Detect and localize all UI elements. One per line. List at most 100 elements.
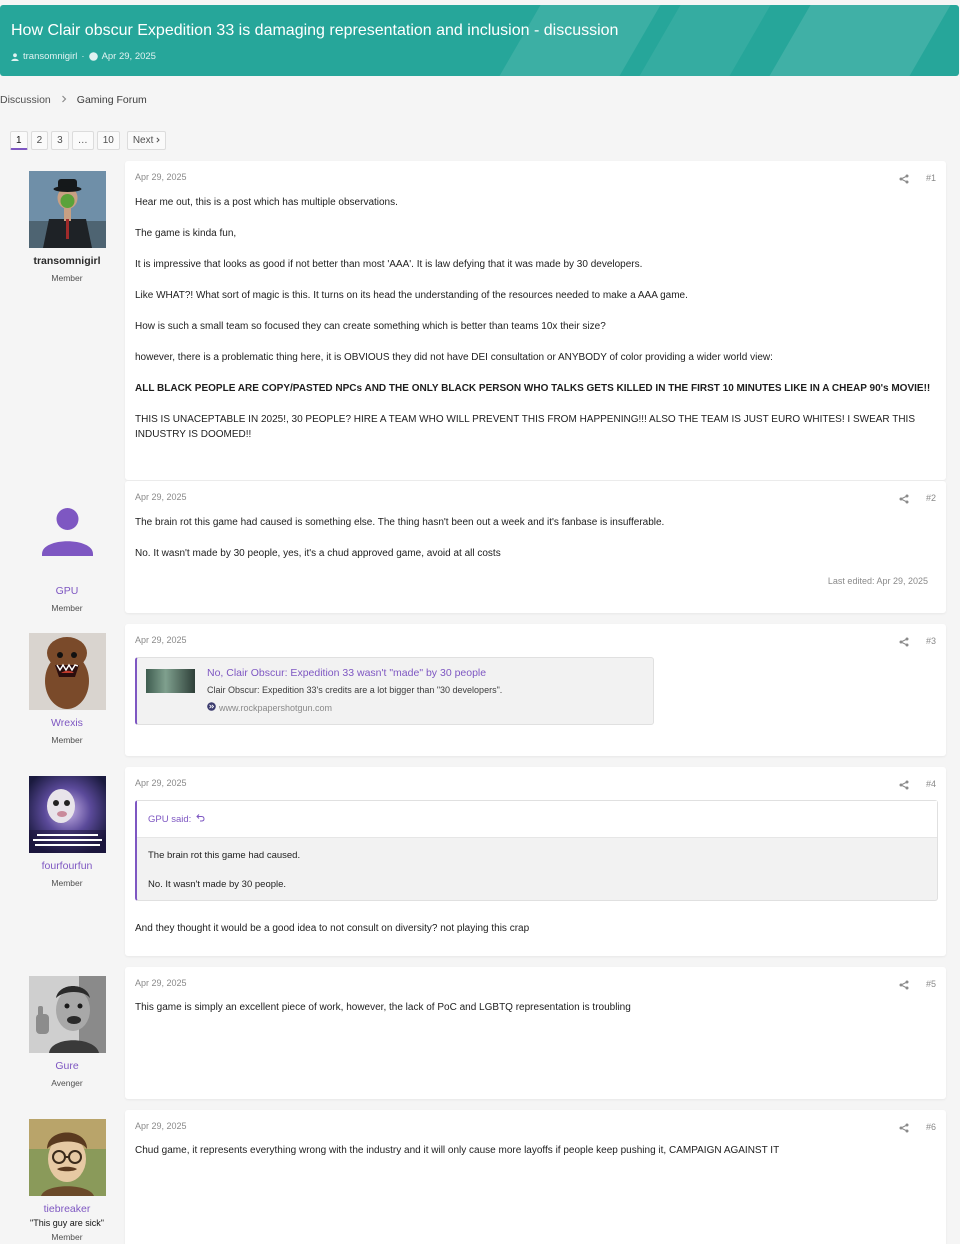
chevron-right-icon bbox=[61, 94, 67, 106]
header-decoration bbox=[769, 5, 951, 76]
default-avatar-icon[interactable] bbox=[29, 501, 106, 578]
share-icon[interactable] bbox=[899, 494, 909, 507]
breadcrumb-gaming-forum[interactable]: Gaming Forum bbox=[77, 94, 147, 106]
avatar[interactable] bbox=[28, 171, 106, 248]
quote-line: The brain rot this game had caused. bbox=[148, 850, 301, 861]
post-number[interactable]: #3 bbox=[926, 636, 936, 646]
user-title: Avenger bbox=[51, 1078, 83, 1088]
link-source: www.rockpapershotgun.com bbox=[207, 702, 332, 713]
thread-author[interactable]: transomnigirl bbox=[23, 51, 77, 62]
post-card: Apr 29, 2025 #6 Chud game, it represents… bbox=[125, 1110, 946, 1244]
post-paragraph: No. It wasn't made by 30 people, yes, it… bbox=[135, 548, 501, 559]
header-decoration bbox=[639, 5, 771, 76]
post-paragraph: THIS IS UNACEPTABLE IN 2025!, 30 PEOPLE?… bbox=[135, 414, 916, 440]
post-number[interactable]: #1 bbox=[926, 173, 936, 183]
quote-author[interactable]: GPU said: bbox=[148, 814, 191, 825]
post-paragraph: ALL BLACK PEOPLE ARE COPY/PASTED NPCs AN… bbox=[135, 383, 931, 394]
post-author: fourfourfun Member bbox=[0, 776, 134, 888]
username[interactable]: tiebreaker bbox=[0, 1203, 134, 1215]
breadcrumb-discussion[interactable]: Discussion bbox=[0, 94, 51, 106]
share-icon[interactable] bbox=[899, 980, 909, 993]
thread-header: How Clair obscur Expedition 33 is damagi… bbox=[0, 5, 959, 76]
post-card: Apr 29, 2025 #5 This game is simply an e… bbox=[125, 967, 946, 1099]
user-title: Member bbox=[51, 1232, 83, 1242]
post-author: GPU Member bbox=[0, 501, 134, 613]
post-body: The brain rot this game had caused is so… bbox=[135, 515, 936, 577]
chevron-right-icon bbox=[156, 135, 161, 146]
post-number[interactable]: #5 bbox=[926, 979, 936, 989]
page-3-button[interactable]: 3 bbox=[51, 131, 69, 150]
share-icon[interactable] bbox=[899, 1123, 909, 1136]
post-paragraph: And they thought it would be a good idea… bbox=[135, 923, 530, 934]
next-page-button[interactable]: Next bbox=[126, 131, 167, 150]
post-author: Gure Avenger bbox=[0, 976, 134, 1088]
post-paragraph: The brain rot this game had caused is so… bbox=[135, 517, 665, 528]
post-number[interactable]: #4 bbox=[926, 779, 936, 789]
avatar[interactable] bbox=[28, 633, 106, 710]
next-label: Next bbox=[132, 135, 154, 146]
post-author: transomnigirl Member bbox=[0, 171, 134, 283]
post-body: And they thought it would be a good idea… bbox=[135, 921, 936, 952]
post-card: Apr 29, 2025 #2 The brain rot this game … bbox=[125, 481, 946, 613]
avatar[interactable] bbox=[28, 776, 106, 853]
thread-meta: transomnigirl · Apr 29, 2025 bbox=[11, 51, 156, 62]
quote-block: GPU said: The brain rot this game had ca… bbox=[135, 800, 938, 901]
thread-title: How Clair obscur Expedition 33 is damagi… bbox=[11, 22, 619, 39]
page-2-button[interactable]: 2 bbox=[30, 131, 49, 150]
post-author: tiebreaker "This guy are sick" Member bbox=[0, 1119, 134, 1242]
username[interactable]: Gure bbox=[0, 1060, 134, 1072]
link-preview[interactable]: No, Clair Obscur: Expedition 33 wasn't "… bbox=[135, 657, 654, 725]
user-title: Member bbox=[51, 603, 83, 613]
page-1-button[interactable]: 1 bbox=[10, 131, 28, 150]
post-card: Apr 29, 2025 #3 No, Clair Obscur: Expedi… bbox=[125, 624, 946, 756]
post-card: Apr 29, 2025 #1 Hear me out, this is a p… bbox=[125, 161, 946, 480]
username[interactable]: Wrexis bbox=[0, 717, 134, 729]
post-number[interactable]: #6 bbox=[926, 1122, 936, 1132]
share-icon[interactable] bbox=[899, 637, 909, 650]
post-date[interactable]: Apr 29, 2025 bbox=[135, 492, 187, 502]
link-thumbnail bbox=[146, 669, 195, 693]
post-paragraph: This game is simply an excellent piece o… bbox=[135, 1002, 631, 1013]
page-jump-button[interactable]: … bbox=[71, 131, 94, 150]
post-card: Apr 29, 2025 #4 GPU said: The brain rot … bbox=[125, 767, 946, 956]
post-date[interactable]: Apr 29, 2025 bbox=[135, 172, 187, 182]
post-paragraph: Chud game, it represents everything wron… bbox=[135, 1145, 780, 1156]
post-author: Wrexis Member bbox=[0, 633, 134, 745]
share-icon[interactable] bbox=[899, 174, 909, 187]
user-tagline: "This guy are sick" bbox=[30, 1218, 104, 1228]
user-icon bbox=[11, 52, 19, 61]
post-paragraph: however, there is a problematic thing he… bbox=[135, 352, 773, 363]
link-title[interactable]: No, Clair Obscur: Expedition 33 wasn't "… bbox=[207, 667, 486, 679]
user-title: Member bbox=[51, 273, 83, 283]
post-body: Chud game, it represents everything wron… bbox=[135, 1143, 936, 1174]
post-date[interactable]: Apr 29, 2025 bbox=[135, 778, 187, 788]
post-paragraph: The game is kinda fun, bbox=[135, 228, 237, 239]
username[interactable]: transomnigirl bbox=[0, 255, 134, 267]
post-date[interactable]: Apr 29, 2025 bbox=[135, 635, 187, 645]
post-date[interactable]: Apr 29, 2025 bbox=[135, 978, 187, 988]
user-title: Member bbox=[51, 735, 83, 745]
clock-icon bbox=[88, 52, 98, 61]
header-decoration bbox=[499, 5, 661, 76]
quote-header[interactable]: GPU said: bbox=[137, 801, 937, 838]
last-edited: Last edited: Apr 29, 2025 bbox=[827, 576, 928, 586]
post-number[interactable]: #2 bbox=[926, 493, 936, 503]
username[interactable]: GPU bbox=[0, 585, 134, 597]
thread-date[interactable]: Apr 29, 2025 bbox=[102, 51, 156, 62]
breadcrumb: Discussion Gaming Forum bbox=[0, 94, 147, 106]
post-paragraph: Like WHAT?! What sort of magic is this. … bbox=[135, 290, 688, 301]
post-body: Hear me out, this is a post which has mu… bbox=[135, 195, 936, 458]
link-domain: www.rockpapershotgun.com bbox=[219, 702, 333, 713]
go-to-quote-icon[interactable] bbox=[196, 813, 205, 825]
post-date[interactable]: Apr 29, 2025 bbox=[135, 1121, 187, 1131]
post-paragraph: It is impressive that looks as good if n… bbox=[135, 259, 643, 270]
share-icon[interactable] bbox=[899, 780, 909, 793]
post-paragraph: Hear me out, this is a post which has mu… bbox=[135, 197, 398, 208]
link-description: Clair Obscur: Expedition 33's credits ar… bbox=[207, 685, 503, 695]
quote-line: No. It wasn't made by 30 people. bbox=[148, 879, 287, 890]
quote-body: The brain rot this game had caused. No. … bbox=[148, 848, 300, 906]
avatar[interactable] bbox=[28, 976, 106, 1053]
username[interactable]: fourfourfun bbox=[0, 860, 134, 872]
avatar[interactable] bbox=[28, 1119, 106, 1196]
page-10-button[interactable]: 10 bbox=[96, 131, 120, 150]
